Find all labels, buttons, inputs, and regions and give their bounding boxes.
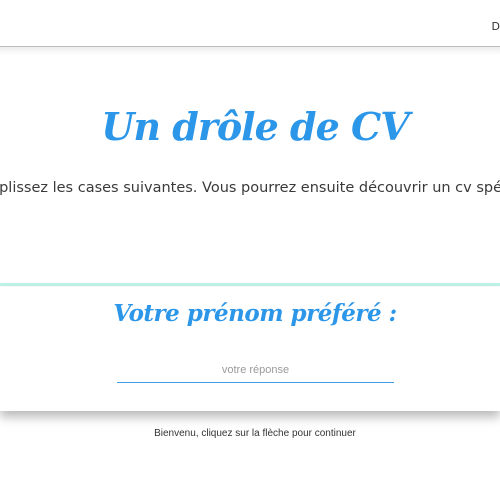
intro-description: Remplissez les cases suivantes. Vous pou…: [0, 180, 500, 196]
top-bar-corner-text[interactable]: D: [492, 20, 500, 33]
first-name-input[interactable]: [117, 358, 394, 383]
top-bar: D: [0, 0, 500, 47]
question-label: Votre prénom préféré :: [113, 300, 397, 327]
page: D Un drôle de CV Remplissez les cases su…: [0, 0, 500, 500]
intro-section: [0, 48, 500, 284]
page-title: Un drôle de CV: [101, 104, 409, 149]
navigation-hint: Bienvenu, cliquez sur la flèche pour con…: [154, 428, 356, 439]
section-divider: [0, 283, 500, 286]
